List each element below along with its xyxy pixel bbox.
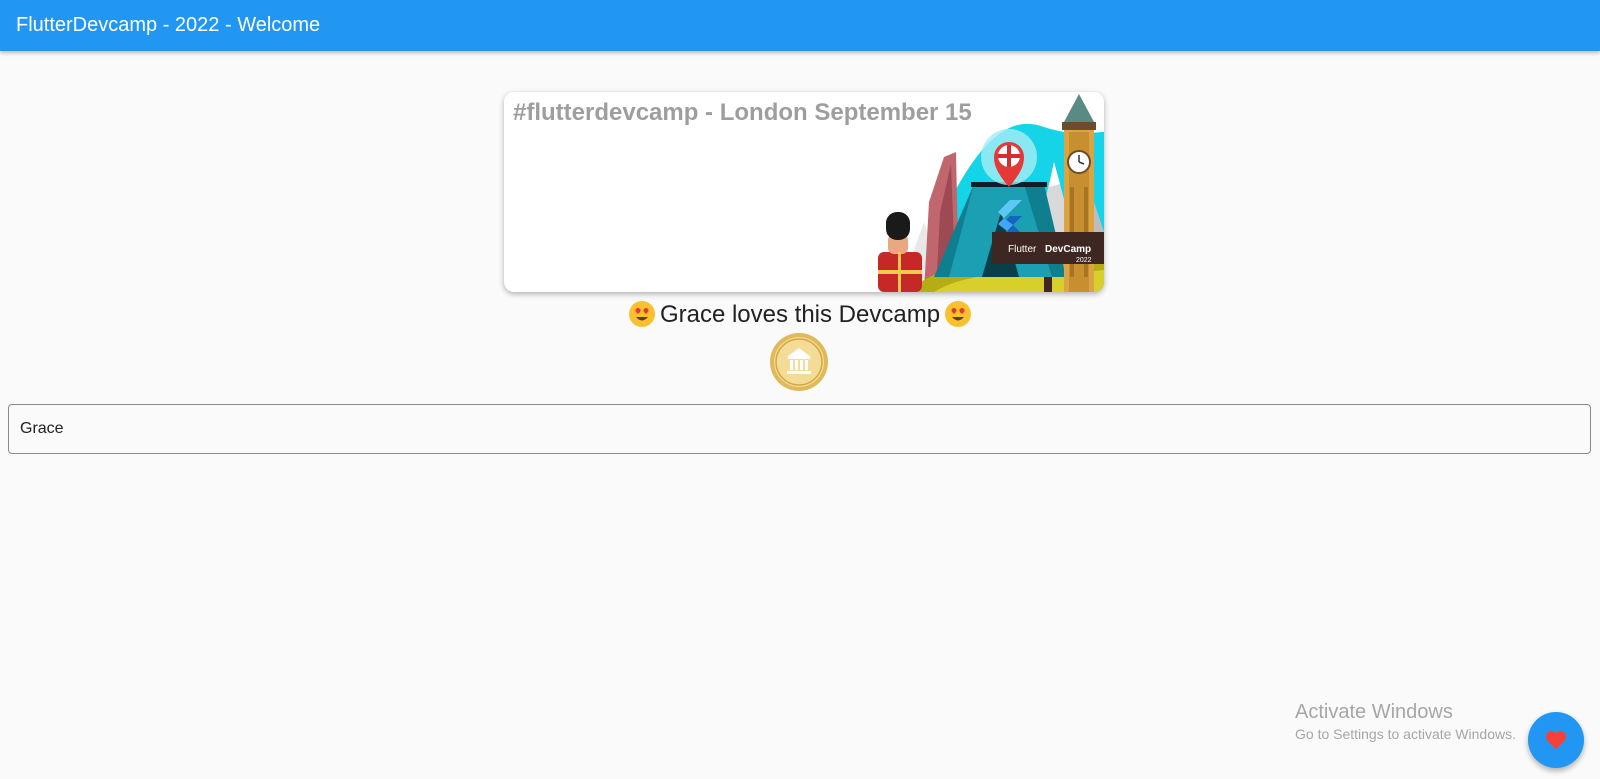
name-input[interactable] [9, 405, 1590, 453]
sign-text-flutter: Flutter [1008, 244, 1037, 255]
windows-activation-watermark: Activate Windows Go to Settings to activ… [1295, 699, 1516, 743]
heart-eyes-emoji-left [628, 300, 655, 327]
watermark-subtitle: Go to Settings to activate Windows. [1295, 726, 1516, 742]
gold-coin-icon [770, 333, 828, 391]
love-message: Grace loves this Devcamp [0, 298, 1600, 332]
app-title: FlutterDevcamp - 2022 - Welcome [16, 14, 321, 36]
name-field[interactable] [8, 404, 1591, 454]
favorite-fab-button[interactable] [1528, 712, 1584, 768]
sign-text-year: 2022 [1076, 257, 1092, 264]
love-message-text: Grace loves this Devcamp [659, 301, 941, 328]
heart-icon [1546, 731, 1566, 749]
banner-title: #flutterdevcamp - London September 15 [513, 99, 972, 126]
watermark-title: Activate Windows [1295, 701, 1453, 723]
sign-text-devcamp: DevCamp [1045, 244, 1091, 255]
app-bar: FlutterDevcamp - 2022 - Welcome [0, 0, 1600, 51]
banner-card: #flutterdevcamp - London September 15 Fl… [504, 92, 1104, 292]
heart-eyes-emoji-right [945, 300, 972, 327]
